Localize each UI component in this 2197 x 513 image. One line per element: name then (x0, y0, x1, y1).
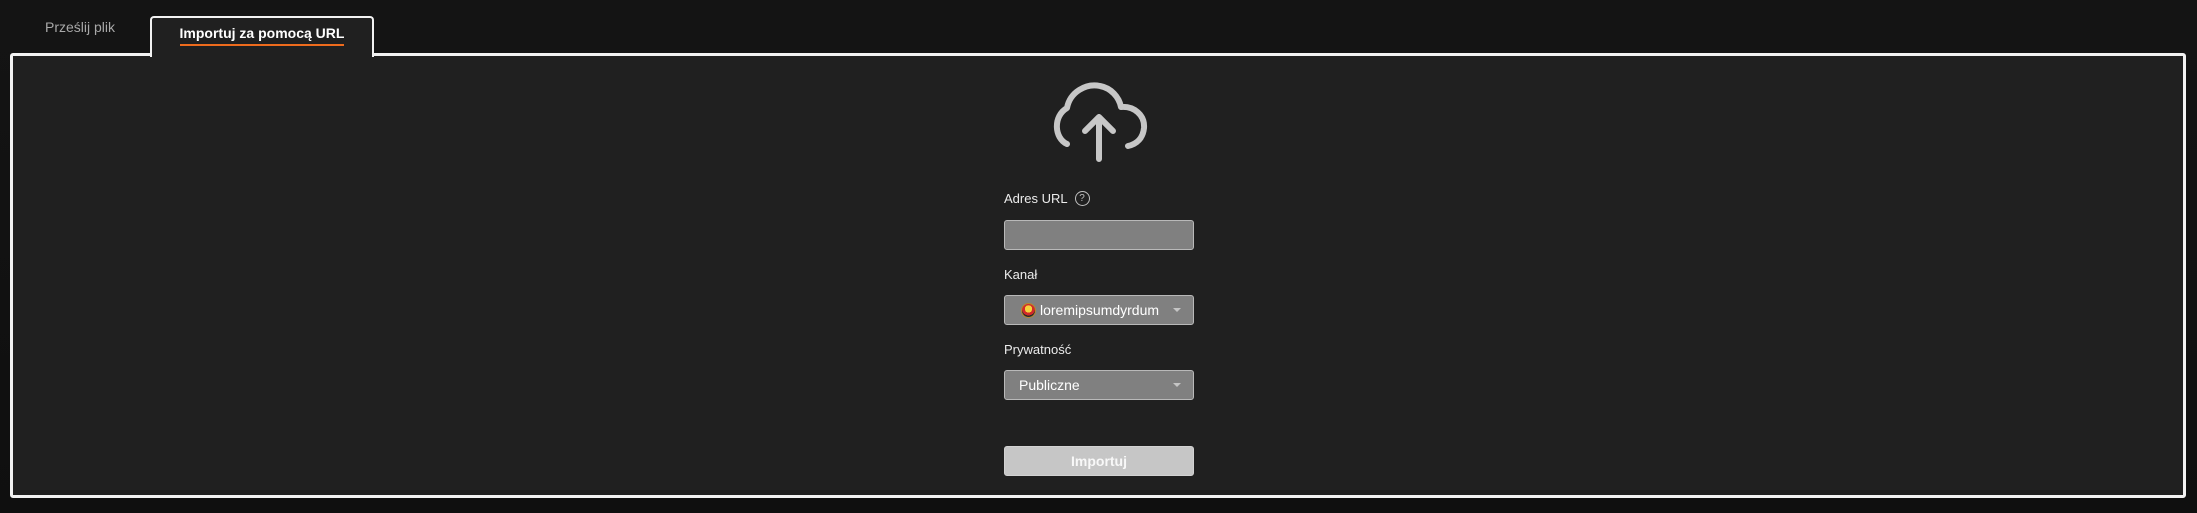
help-circle-icon[interactable]: ? (1074, 191, 1090, 206)
channel-select-value: loremipsumdyrdum (1040, 302, 1160, 318)
import-video-page: Prześlij plik Importuj za pomocą URL Adr… (0, 0, 2197, 513)
tab-upload-file-label: Prześlij plik (44, 19, 115, 35)
channel-avatar (1021, 302, 1036, 318)
url-input[interactable] (1004, 220, 1194, 250)
privacy-label: Prywatność (1004, 342, 1071, 357)
chevron-down-icon (1173, 308, 1181, 312)
privacy-select-value: Publiczne (1019, 377, 1080, 393)
channel-label: Kanał (1004, 267, 1037, 282)
privacy-select[interactable]: Publiczne (1004, 370, 1194, 400)
tab-import-url[interactable]: Importuj za pomocą URL (150, 16, 374, 57)
channel-select[interactable]: loremipsumdyrdum (1004, 295, 1194, 325)
privacy-label-text: Prywatność (1004, 342, 1072, 357)
tab-upload-file[interactable]: Prześlij plik (18, 0, 142, 54)
chevron-down-icon (1173, 383, 1181, 387)
import-button[interactable]: Importuj (1004, 446, 1194, 476)
tab-import-url-label: Importuj za pomocą URL (179, 25, 345, 46)
cloud-upload-icon (1053, 82, 1148, 162)
channel-label-text: Kanał (1004, 267, 1038, 282)
url-label: Adres URL ? (1004, 191, 1090, 206)
url-label-text: Adres URL (1004, 191, 1068, 206)
